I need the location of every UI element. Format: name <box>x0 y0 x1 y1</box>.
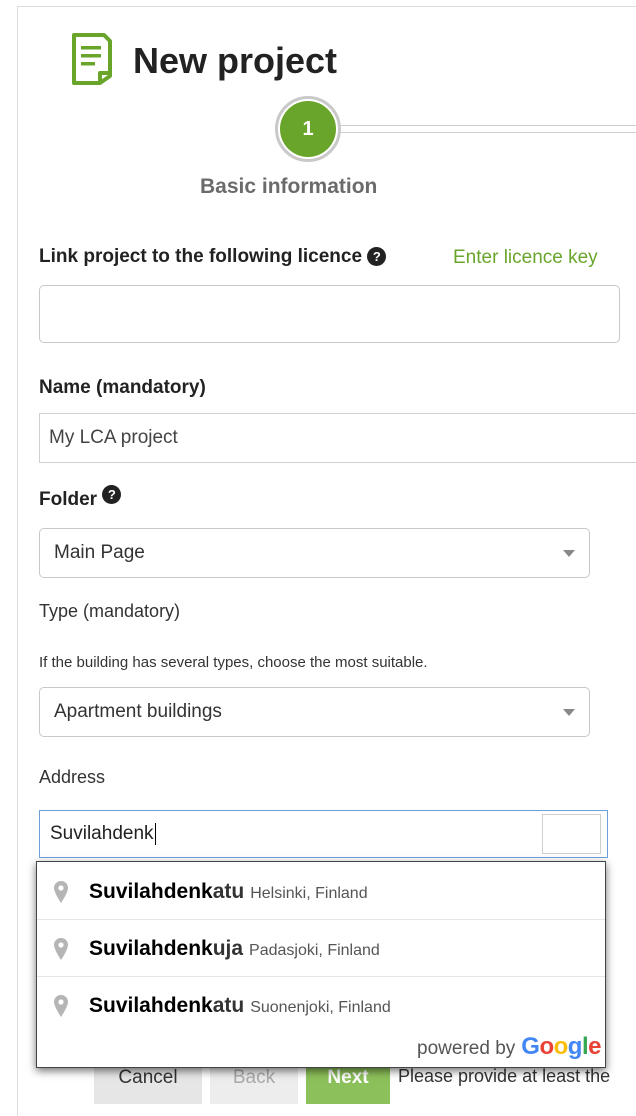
licence-label: Link project to the following licence <box>39 246 363 267</box>
autocomplete-secondary: Suonenjoki, Finland <box>250 999 391 1016</box>
footer-note: Please provide at least the <box>398 1066 611 1086</box>
folder-select-value: Main Page <box>54 542 145 563</box>
step-1-indicator[interactable]: 1 <box>280 101 336 157</box>
document-icon <box>72 33 112 85</box>
name-input[interactable]: My LCA project <box>39 413 636 463</box>
autocomplete-rest: atu <box>212 994 245 1017</box>
type-label: Type (mandatory) <box>39 601 181 621</box>
map-pin-icon <box>54 881 68 903</box>
page-title: New project <box>133 40 338 81</box>
type-hint: If the building has several types, choos… <box>39 654 428 671</box>
autocomplete-match: Suvilahdenk <box>89 879 213 903</box>
folder-help-icon[interactable]: ? <box>102 485 122 504</box>
licence-input[interactable] <box>39 285 620 343</box>
type-select[interactable]: Apartment buildings <box>39 687 590 737</box>
google-logo-letter: g <box>567 1033 583 1060</box>
address-map-button[interactable] <box>542 814 601 854</box>
new-project-page: New project 1 Basic information Link pro… <box>0 0 636 1116</box>
autocomplete-item-text: Suvilahdenk atu Suonenjoki, Finland <box>89 994 391 1018</box>
autocomplete-rest: atu <box>212 879 245 903</box>
panel-border-top <box>17 6 636 7</box>
autocomplete-item-text: Suvilahdenk atu Helsinki, Finland <box>89 880 368 904</box>
enter-licence-key-link[interactable]: Enter licence key <box>453 247 598 269</box>
autocomplete-secondary: Helsinki, Finland <box>250 884 368 902</box>
autocomplete-item[interactable]: Suvilahdenk atu Suonenjoki, Finland <box>37 978 605 1034</box>
google-logo-letter: o <box>539 1033 554 1060</box>
google-logo-letter: e <box>588 1033 601 1060</box>
text-cursor <box>154 823 156 845</box>
step-1-label: Basic information <box>200 175 378 198</box>
map-pin-icon <box>54 938 68 960</box>
folder-select[interactable]: Main Page <box>39 528 590 578</box>
map-pin-icon <box>54 995 68 1017</box>
autocomplete-secondary: Padasjoki, Finland <box>249 941 380 959</box>
address-label: Address <box>39 767 106 787</box>
autocomplete-item[interactable]: Suvilahdenk atu Helsinki, Finland <box>37 864 605 920</box>
licence-help-icon[interactable]: ? <box>367 247 387 267</box>
autocomplete-match: Suvilahdenk <box>89 994 213 1017</box>
panel-border-left <box>17 6 18 1116</box>
autocomplete-item-text: Suvilahdenk uja Padasjoki, Finland <box>89 937 380 961</box>
folder-label-group: Folder ? <box>39 485 122 511</box>
autocomplete-rest: uja <box>212 936 244 960</box>
stepper-connector <box>340 125 636 133</box>
powered-by-text: powered by <box>417 1038 516 1059</box>
address-input-value: Suvilahdenk <box>50 823 154 844</box>
name-label: Name (mandatory) <box>39 377 206 398</box>
autocomplete-match: Suvilahdenk <box>89 936 213 960</box>
address-input[interactable]: Suvilahdenk <box>39 810 608 858</box>
google-logo-letter: G <box>521 1033 540 1060</box>
address-autocomplete-dropdown: Suvilahdenk atu Helsinki, Finland Suvilah… <box>36 861 606 1068</box>
type-select-value: Apartment buildings <box>54 701 222 722</box>
google-logo-letter: o <box>553 1033 569 1060</box>
powered-by-google: powered by Google <box>417 1033 601 1061</box>
licence-label-group: Link project to the following licence ? <box>39 246 387 268</box>
folder-label: Folder <box>39 489 98 510</box>
google-logo: Google <box>521 1033 601 1061</box>
autocomplete-item[interactable]: Suvilahdenk uja Padasjoki, Finland <box>37 921 605 977</box>
chevron-down-icon <box>563 550 575 557</box>
chevron-down-icon <box>563 709 575 716</box>
